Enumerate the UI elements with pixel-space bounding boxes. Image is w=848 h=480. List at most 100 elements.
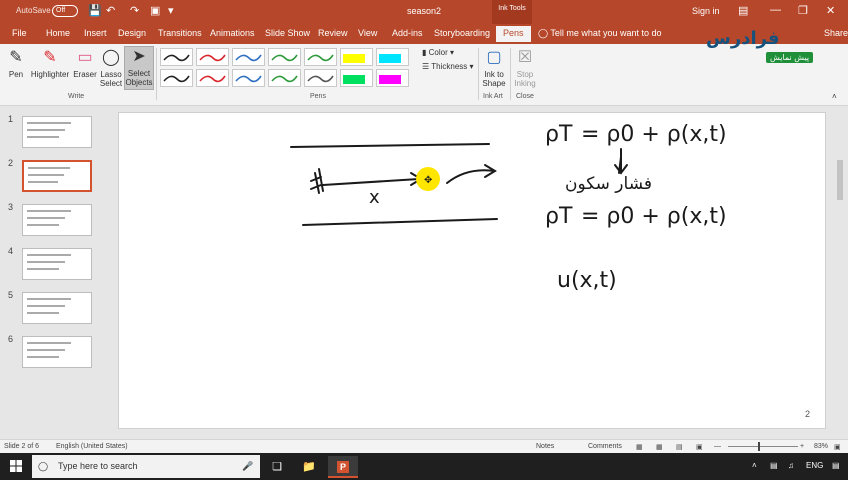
cursor-arrow-icon: ➤ (132, 48, 146, 65)
ink-to-shape-label: Ink to Shape (482, 70, 506, 88)
vertical-scrollbar[interactable] (836, 112, 844, 429)
task-view-icon[interactable]: ❏ (262, 456, 292, 478)
tab-review[interactable]: Review (318, 28, 348, 38)
pen-swatch[interactable] (376, 48, 409, 66)
thumbnail-ink-preview (27, 224, 59, 226)
maximize-icon[interactable]: ❐ (798, 4, 808, 17)
notes-button[interactable]: Notes (536, 443, 554, 450)
slide-thumbnail[interactable] (22, 336, 92, 368)
ribbon-display-icon[interactable]: ▤ (738, 4, 748, 17)
close-icon[interactable]: ✕ (826, 4, 835, 17)
thumbnail-ink-preview (27, 349, 65, 351)
pen-swatch[interactable] (268, 69, 301, 87)
pen-swatch[interactable] (196, 48, 229, 66)
tray-language[interactable]: ENG (806, 461, 823, 470)
pen-button[interactable]: ✎ Pen (4, 48, 28, 79)
color-dropdown[interactable]: ▮ Color ▾ (422, 48, 454, 57)
slide-canvas[interactable]: ✥ x ρT = ρ0 + ρ(x,t) فشار سکون ρT = ρ0 +… (118, 112, 826, 429)
thickness-dropdown[interactable]: ☰ Thickness ▾ (422, 62, 474, 71)
bottom-wall-line (302, 218, 498, 226)
thumbnail-ink-preview (28, 174, 64, 176)
pen-swatch[interactable] (376, 69, 409, 87)
powerpoint-taskbar-icon[interactable]: P (328, 456, 358, 478)
highlighter-button[interactable]: ✎ Highlighter (28, 48, 72, 79)
zoom-in-icon[interactable]: + (800, 443, 804, 450)
pen-swatch[interactable] (304, 48, 337, 66)
pen-gallery (160, 48, 412, 90)
pen-swatch[interactable] (160, 48, 193, 66)
pen-swatch[interactable] (232, 69, 265, 87)
tray-chevron-icon[interactable]: ˄ (752, 461, 757, 470)
tell-me-search[interactable]: ◯ Tell me what you want to do (538, 28, 661, 39)
tab-animations[interactable]: Animations (210, 28, 255, 38)
slide-thumbnail[interactable] (22, 292, 92, 324)
ink-to-shape-icon: ▢ (486, 49, 502, 66)
comments-button[interactable]: Comments (588, 443, 622, 450)
zoom-slider-track[interactable] (728, 446, 798, 447)
pen-swatch[interactable] (268, 48, 301, 66)
tab-storyboarding[interactable]: Storyboarding (434, 28, 490, 38)
slide-thumbnail[interactable] (22, 204, 92, 236)
pen-swatch[interactable] (340, 69, 373, 87)
slideshow-view-icon[interactable]: ▣ (696, 443, 703, 451)
pen-swatch[interactable] (304, 69, 337, 87)
lasso-label: Lasso Select (99, 70, 123, 88)
windows-start-icon[interactable] (10, 460, 22, 472)
file-explorer-icon[interactable]: 📁 (294, 456, 324, 478)
tab-view[interactable]: View (358, 28, 377, 38)
thumbnail-ink-preview (27, 122, 71, 124)
zoom-level[interactable]: 83% (814, 443, 828, 450)
highlighter-icon: ✎ (43, 49, 57, 66)
thumbnail-number: 1 (8, 114, 14, 124)
source-mark (310, 168, 324, 194)
slide-sorter-icon[interactable]: ▦ (656, 443, 663, 451)
pen-stroke-preview (235, 75, 262, 83)
sign-in-link[interactable]: Sign in (692, 6, 720, 16)
language-indicator[interactable]: English (United States) (56, 443, 128, 450)
select-objects-button[interactable]: ➤ Select Objects (124, 46, 154, 90)
notifications-icon[interactable]: ▤ (832, 461, 840, 470)
microphone-icon[interactable]: 🎤 (242, 461, 253, 472)
thumbnail-ink-preview (27, 305, 65, 307)
pen-icon: ✎ (9, 49, 23, 66)
thumbnail-ink-preview (28, 181, 58, 183)
pen-swatch[interactable] (196, 69, 229, 87)
pen-swatch[interactable] (232, 48, 265, 66)
fit-to-window-icon[interactable]: ▣ (834, 443, 841, 451)
tab-home[interactable]: Home (46, 28, 70, 38)
eraser-button[interactable]: ▭ Eraser (72, 48, 98, 79)
zoom-slider-thumb[interactable] (758, 442, 760, 451)
tab-insert[interactable]: Insert (84, 28, 107, 38)
tab-pens[interactable]: Pens (496, 26, 531, 42)
network-icon[interactable]: ▤ (770, 461, 778, 470)
tab-slide-show[interactable]: Slide Show (265, 28, 310, 38)
collapse-ribbon-icon[interactable]: ˄ (832, 92, 837, 101)
tab-add-ins[interactable]: Add-ins (392, 28, 423, 38)
pen-swatch[interactable] (340, 48, 373, 66)
scrollbar-thumb[interactable] (837, 160, 843, 200)
tab-design[interactable]: Design (118, 28, 146, 38)
zoom-out-icon[interactable]: — (714, 443, 721, 450)
thumbnail-ink-preview (27, 312, 59, 314)
thickness-label: Thickness (431, 62, 468, 71)
close-group-label: Close (516, 93, 534, 100)
tab-file[interactable]: File (12, 28, 27, 38)
stop-inking-button[interactable]: ☒ Stop Inking (512, 48, 538, 88)
volume-icon[interactable]: ♫ (788, 461, 794, 470)
minimize-icon[interactable]: — (770, 4, 781, 16)
flow-arrow-shaft (322, 178, 420, 186)
pen-stroke-preview (199, 54, 226, 62)
thumbnail-ink-preview (27, 356, 59, 358)
lasso-select-button[interactable]: ◯ Lasso Select (98, 48, 124, 88)
separator (510, 48, 511, 100)
taskbar-search-box[interactable]: ◯ Type here to search 🎤 (32, 455, 260, 478)
slide-thumbnail[interactable] (22, 160, 92, 192)
slide-thumbnail[interactable] (22, 116, 92, 148)
pen-swatch[interactable] (160, 69, 193, 87)
forward-arrow-shaft (446, 169, 496, 184)
reading-view-icon[interactable]: ▤ (676, 443, 683, 451)
slide-thumbnail[interactable] (22, 248, 92, 280)
ink-to-shape-button[interactable]: ▢ Ink to Shape (480, 48, 508, 88)
tab-transitions[interactable]: Transitions (158, 28, 202, 38)
normal-view-icon[interactable]: ▦ (636, 443, 643, 451)
